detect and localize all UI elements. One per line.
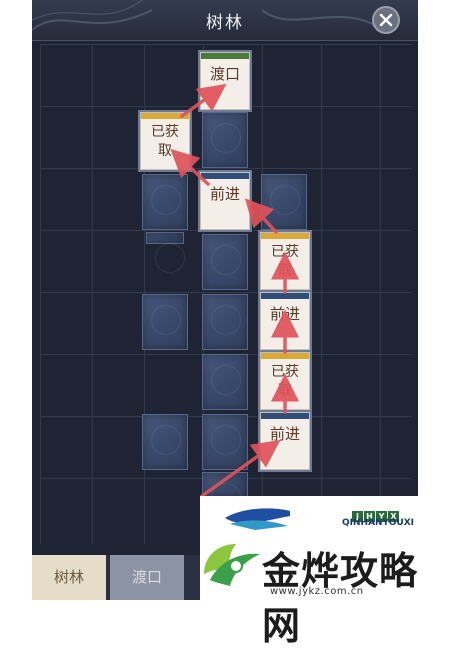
map-tile[interactable]	[142, 294, 188, 350]
ferry-card[interactable]: 渡口	[200, 52, 250, 110]
map-tile[interactable]	[202, 354, 248, 410]
card-label: 前进	[269, 305, 300, 323]
watermark-url: www.jykz.com.cn	[270, 586, 364, 597]
advance-card[interactable]: 前进	[260, 292, 310, 350]
tab-ferry[interactable]: 渡口	[110, 555, 184, 600]
card-bar	[261, 233, 309, 239]
map-tile[interactable]	[202, 472, 248, 513]
map-tile[interactable]	[142, 174, 188, 230]
map-tile[interactable]	[202, 294, 248, 350]
card-bar	[261, 413, 309, 419]
obtained-card[interactable]: 已获取	[260, 232, 310, 290]
map-tile[interactable]	[202, 112, 248, 168]
close-icon	[379, 13, 393, 27]
advance-card[interactable]: 前进	[200, 172, 250, 230]
header-bar: 树林	[32, 0, 418, 41]
card-label: 已获取	[271, 364, 299, 399]
card-label: 渡口	[209, 65, 240, 83]
advance-card[interactable]: 前进	[260, 412, 310, 470]
map-tile[interactable]	[142, 414, 188, 470]
watermark-pinyin: QINHANYOUXI	[342, 518, 415, 528]
card-bar	[201, 173, 249, 179]
card-bar	[201, 53, 249, 59]
site-watermark: JHYX QINHANYOUXI 金烨攻略网 www.jykz.com.cn	[200, 496, 449, 648]
obtained-card[interactable]: 已获取	[140, 112, 190, 170]
page-title: 树林	[206, 13, 244, 33]
card-label: 前进	[209, 185, 240, 203]
map-tile[interactable]	[261, 174, 307, 230]
tab-forest[interactable]: 树林	[32, 555, 106, 600]
card-bar	[261, 293, 309, 299]
map-tile[interactable]	[202, 234, 248, 290]
obtained-card[interactable]: 已获取	[260, 352, 310, 410]
map-tile[interactable]	[202, 414, 248, 470]
card-bar	[261, 353, 309, 359]
card-label: 已获取	[151, 124, 179, 159]
card-label: 前进	[269, 425, 300, 443]
card-label: 已获取	[271, 244, 299, 279]
map-tile[interactable]	[146, 232, 185, 273]
card-bar	[141, 113, 189, 119]
close-button[interactable]	[372, 6, 400, 34]
